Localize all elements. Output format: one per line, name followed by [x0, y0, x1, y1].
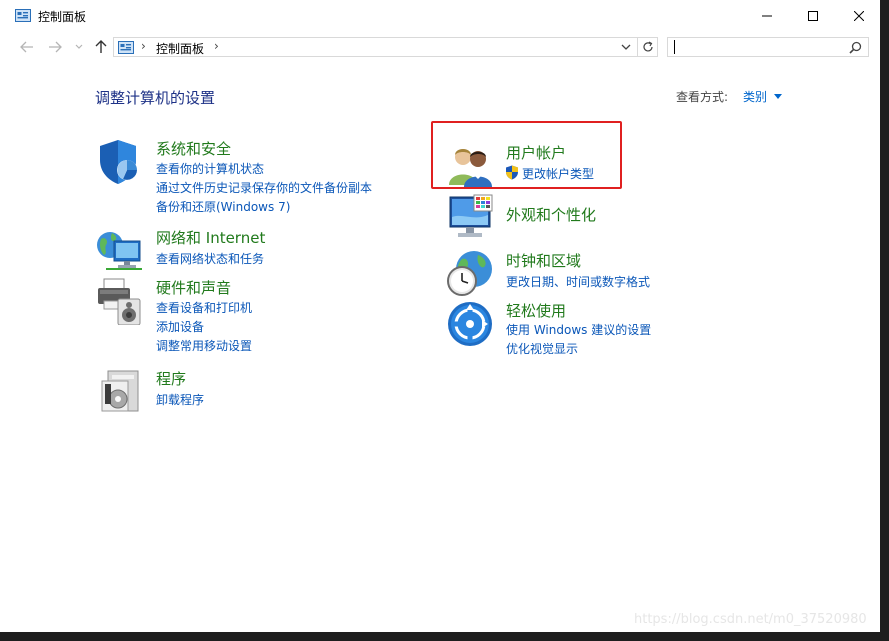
system-security-link[interactable]: 系统和安全	[156, 138, 231, 159]
add-device-link[interactable]: 添加设备	[156, 318, 204, 335]
monitor-palette-icon	[449, 194, 493, 237]
shield-icon	[100, 140, 137, 184]
page-title: 调整计算机的设置	[95, 89, 216, 107]
search-icon[interactable]	[849, 41, 862, 54]
appearance-personalization-link[interactable]: 外观和个性化	[506, 204, 596, 225]
minimize-icon	[762, 15, 772, 16]
search-box[interactable]	[667, 37, 869, 57]
breadcrumb-separator[interactable]: ›	[141, 39, 146, 53]
network-globe-icon	[97, 232, 142, 270]
minimize-button[interactable]	[744, 0, 790, 31]
chevron-down-icon[interactable]	[620, 41, 632, 53]
control-panel-icon	[15, 9, 31, 22]
address-bar[interactable]: › 控制面板 ›	[113, 37, 638, 57]
refresh-button[interactable]	[638, 37, 658, 57]
network-internet-link[interactable]: 网络和 Internet	[156, 227, 265, 248]
close-icon	[854, 10, 864, 21]
ease-of-access-icon	[448, 302, 492, 346]
breadcrumb-separator[interactable]: ›	[214, 39, 219, 53]
devices-printers-link[interactable]: 查看设备和打印机	[156, 299, 252, 316]
arrow-left-icon	[20, 41, 33, 53]
programs-link[interactable]: 程序	[156, 368, 186, 389]
recent-locations-button[interactable]	[74, 39, 84, 55]
clock-region-link[interactable]: 时钟和区域	[506, 250, 581, 271]
watermark-text: https://blog.csdn.net/m0_37520980	[634, 612, 867, 627]
programs-icon	[101, 370, 139, 412]
dropdown-arrow-icon[interactable]	[774, 94, 782, 99]
category-ease-of-access: 轻松使用 使用 Windows 建议的设置 优化视觉显示	[446, 300, 766, 360]
category-system-security: 系统和安全 查看你的计算机状态 通过文件历史记录保存你的文件备份副本 备份和还原…	[96, 138, 416, 218]
hardware-sound-link[interactable]: 硬件和声音	[156, 277, 231, 298]
category-clock-region: 时钟和区域 更改日期、时间或数字格式	[446, 249, 766, 297]
arrow-right-icon	[49, 41, 62, 53]
file-history-backup-link[interactable]: 通过文件历史记录保存你的文件备份副本	[156, 179, 372, 196]
optimize-visual-display-link[interactable]: 优化视觉显示	[506, 340, 578, 357]
printer-speaker-icon	[98, 278, 141, 325]
breadcrumb-control-panel[interactable]: 控制面板	[156, 40, 204, 57]
ease-of-access-link[interactable]: 轻松使用	[506, 300, 566, 321]
windows-suggested-settings-link[interactable]: 使用 Windows 建议的设置	[506, 321, 651, 338]
network-status-tasks-link[interactable]: 查看网络状态和任务	[156, 250, 264, 267]
category-network-internet: 网络和 Internet 查看网络状态和任务	[96, 227, 416, 271]
chevron-down-icon	[75, 44, 83, 49]
navigation-bar: › 控制面板 ›	[0, 31, 880, 64]
search-input[interactable]	[672, 39, 842, 55]
category-programs: 程序 卸载程序	[96, 367, 416, 415]
control-panel-icon	[118, 41, 134, 54]
refresh-icon	[642, 41, 653, 52]
view-by-label: 查看方式:	[676, 90, 729, 104]
back-button[interactable]	[18, 39, 36, 55]
up-button[interactable]	[93, 39, 109, 55]
backup-restore-link[interactable]: 备份和还原(Windows 7)	[156, 198, 290, 215]
maximize-button[interactable]	[790, 0, 836, 31]
uninstall-program-link[interactable]: 卸载程序	[156, 391, 204, 408]
category-hardware-sound: 硬件和声音 查看设备和打印机 添加设备 调整常用移动设置	[96, 277, 416, 357]
window-title: 控制面板	[38, 10, 87, 24]
clock-globe-icon	[447, 251, 492, 296]
title-bar: 控制面板	[0, 0, 880, 31]
highlight-box	[431, 121, 622, 189]
forward-button[interactable]	[46, 39, 64, 55]
change-date-time-format-link[interactable]: 更改日期、时间或数字格式	[506, 273, 650, 290]
maximize-icon	[808, 10, 818, 21]
control-panel-window: 控制面板 › 控制面板 › 调整计算机的设置 查看方式: 类别 系统和安全 查看…	[0, 0, 880, 632]
mobility-settings-link[interactable]: 调整常用移动设置	[156, 337, 252, 354]
view-computer-status-link[interactable]: 查看你的计算机状态	[156, 160, 264, 177]
category-appearance: 外观和个性化	[446, 193, 766, 241]
arrow-up-icon	[95, 40, 107, 53]
view-by-dropdown[interactable]: 类别	[743, 88, 767, 105]
close-button[interactable]	[836, 0, 880, 31]
